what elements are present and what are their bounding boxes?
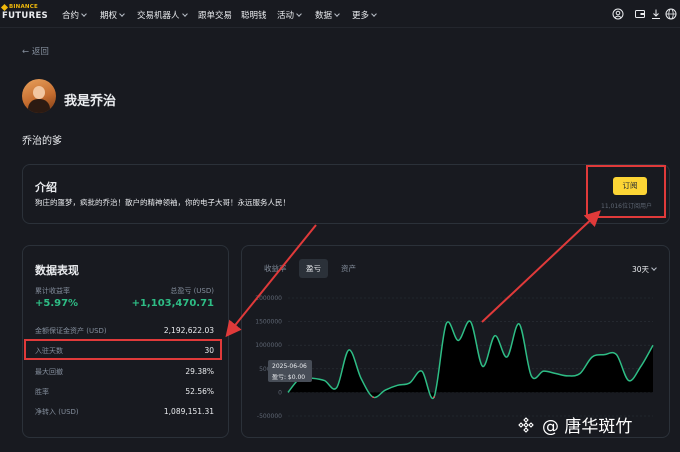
annotation-arrows	[225, 210, 601, 338]
arrow-to-days	[225, 224, 317, 338]
arrow-to-subscribe	[481, 210, 601, 323]
binance-logo-icon	[518, 416, 534, 433]
watermark: @ 唐华斑竹	[518, 412, 632, 437]
